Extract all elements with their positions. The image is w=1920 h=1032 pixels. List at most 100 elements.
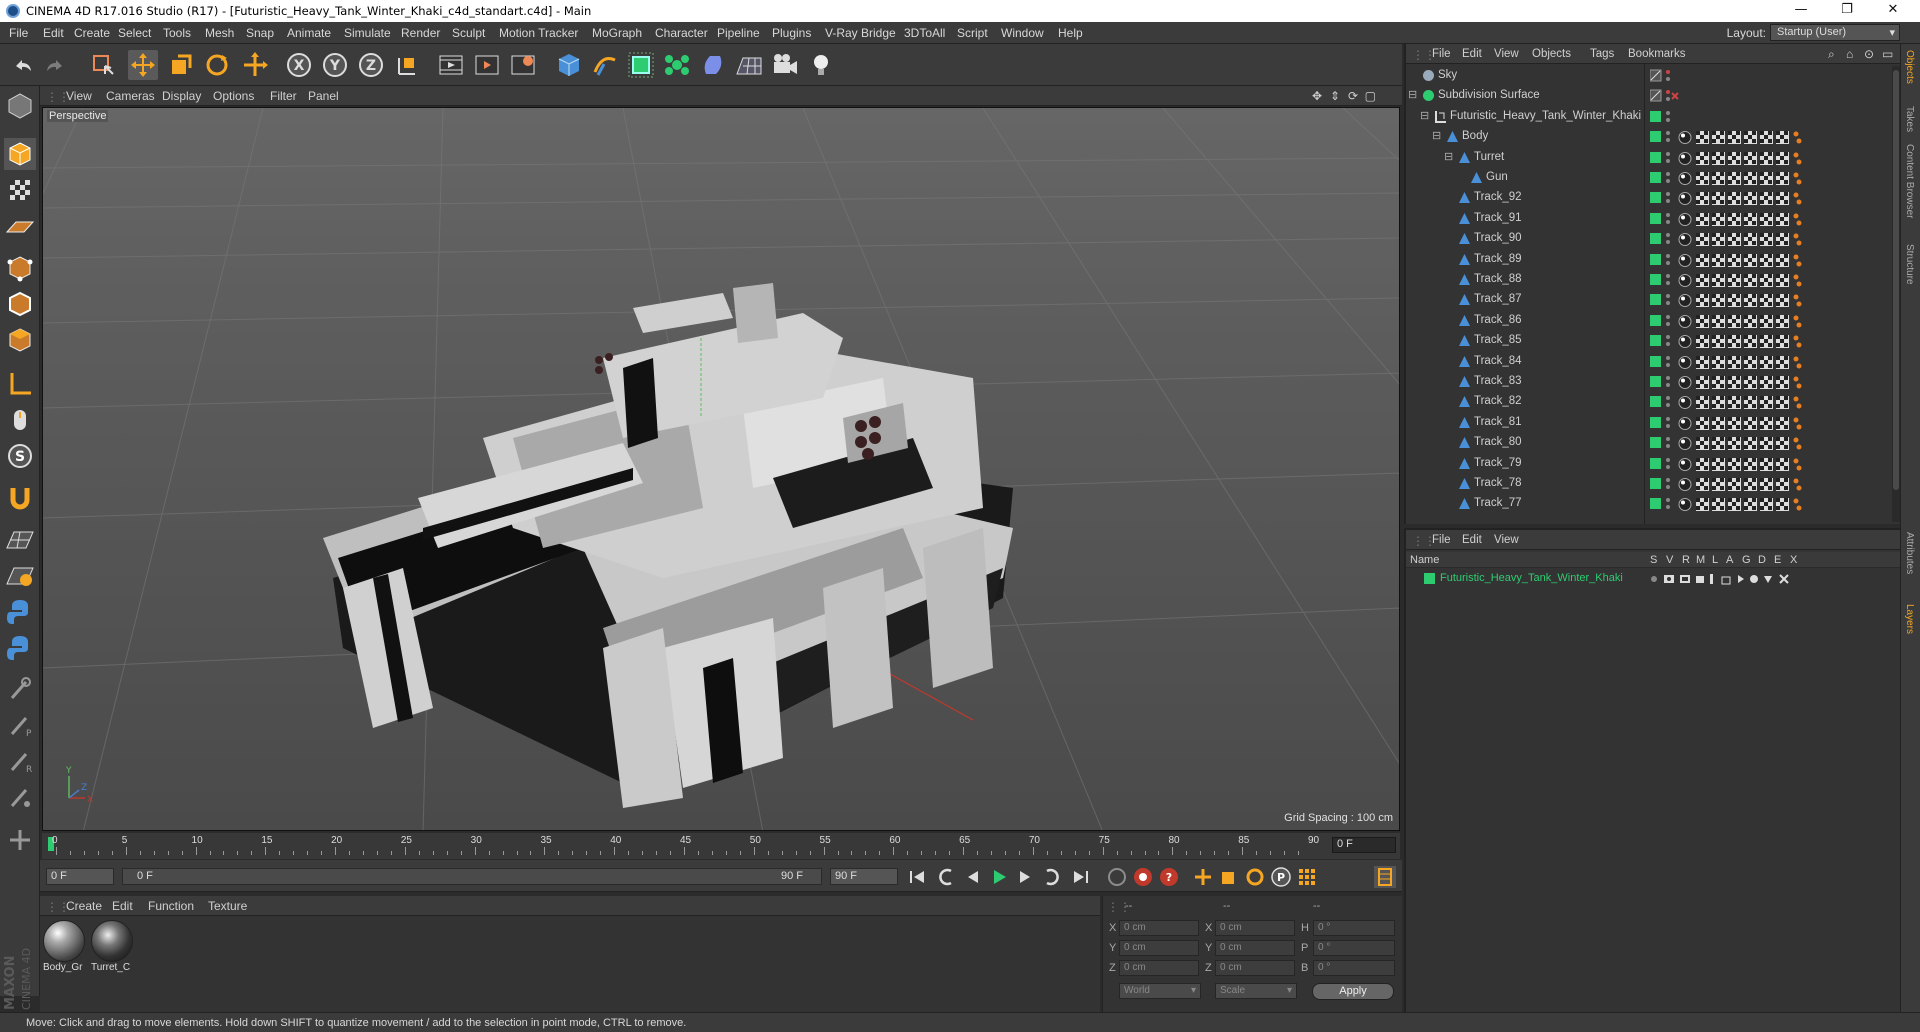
- object-visibility-controls[interactable]: [1650, 293, 1680, 307]
- object-visibility-controls[interactable]: [1650, 416, 1680, 430]
- texture-mode-button[interactable]: [4, 174, 36, 206]
- object-visibility-controls[interactable]: [1650, 232, 1680, 246]
- material-tags[interactable]: [1678, 334, 1808, 349]
- menu-character[interactable]: Character: [655, 26, 708, 40]
- layer-col-expressions[interactable]: E: [1774, 554, 1781, 566]
- python-plugin-button[interactable]: [4, 632, 36, 664]
- material-tags[interactable]: [1678, 151, 1808, 166]
- menu-sculpt[interactable]: Sculpt: [452, 26, 485, 40]
- rotate-tool[interactable]: [202, 50, 232, 80]
- layer-col-animation[interactable]: A: [1726, 554, 1733, 566]
- menu-plugins[interactable]: Plugins: [772, 26, 811, 40]
- layer-col-locked[interactable]: L: [1712, 554, 1718, 566]
- pose-tool-button[interactable]: P: [4, 710, 36, 742]
- position-x-field[interactable]: 0 cm: [1119, 920, 1199, 936]
- object-row[interactable]: Track_89: [1406, 250, 1902, 270]
- object-visibility-controls[interactable]: [1650, 212, 1680, 226]
- size-x-field[interactable]: 0 cm: [1215, 920, 1295, 936]
- python-script-button[interactable]: [4, 596, 36, 628]
- material-tags[interactable]: [1678, 355, 1808, 370]
- menu-vray-bridge[interactable]: V-Ray Bridge: [825, 26, 896, 40]
- scale-tool[interactable]: [166, 50, 196, 80]
- object-visibility-controls[interactable]: [1650, 253, 1680, 267]
- menu-animate[interactable]: Animate: [287, 26, 331, 40]
- points-mode-button[interactable]: [4, 252, 36, 284]
- object-name[interactable]: Body: [1462, 130, 1488, 142]
- menu-simulate[interactable]: Simulate: [344, 26, 391, 40]
- viewport-menu-options[interactable]: Options: [213, 89, 254, 103]
- menu-snap[interactable]: Snap: [246, 26, 274, 40]
- tab-takes[interactable]: Takes: [1904, 106, 1915, 132]
- key-parameter-button[interactable]: P: [1270, 866, 1292, 888]
- end-frame-field[interactable]: 90 F: [830, 868, 898, 885]
- apply-button[interactable]: Apply: [1312, 983, 1394, 1000]
- expand-toggle-icon[interactable]: ⊟: [1420, 109, 1429, 122]
- material-tags[interactable]: [1678, 293, 1808, 308]
- object-row[interactable]: Track_80: [1406, 433, 1902, 453]
- layer-menu-edit[interactable]: Edit: [1462, 534, 1482, 546]
- subdivision-surface-button[interactable]: [626, 50, 656, 80]
- object-menu-bookmarks[interactable]: Bookmarks: [1628, 48, 1686, 60]
- object-row[interactable]: Track_83: [1406, 372, 1902, 392]
- object-visibility-controls[interactable]: [1649, 89, 1680, 103]
- object-row[interactable]: Track_92: [1406, 188, 1902, 208]
- menu-3dtoall[interactable]: 3DToAll: [904, 26, 945, 40]
- scrollbar-thumb[interactable]: [1893, 70, 1899, 490]
- object-visibility-controls[interactable]: [1650, 395, 1680, 409]
- material-tags[interactable]: [1678, 477, 1808, 492]
- x-axis-lock-button[interactable]: X: [284, 50, 314, 80]
- object-row[interactable]: ⊟ Futuristic_Heavy_Tank_Winter_Khaki: [1406, 107, 1902, 127]
- tank-model[interactable]: [323, 283, 1013, 808]
- material-tags[interactable]: [1678, 436, 1808, 451]
- new-window-icon[interactable]: ▭: [1882, 47, 1893, 61]
- material-tags[interactable]: [1678, 497, 1808, 512]
- workplane-grid-button[interactable]: [4, 524, 36, 556]
- object-visibility-controls[interactable]: [1649, 69, 1680, 83]
- model-mode-button[interactable]: [4, 138, 36, 170]
- object-row[interactable]: Track_79: [1406, 454, 1902, 474]
- spline-pen-button[interactable]: [590, 50, 620, 80]
- goto-start-button[interactable]: [906, 866, 928, 888]
- menu-mesh[interactable]: Mesh: [205, 26, 234, 40]
- material-tags[interactable]: [1678, 130, 1808, 145]
- frame-range-slider[interactable]: 0 F 90 F: [122, 868, 822, 885]
- object-visibility-controls[interactable]: [1650, 355, 1680, 369]
- menu-pipeline[interactable]: Pipeline: [717, 26, 760, 40]
- cube-primitive-button[interactable]: [554, 50, 584, 80]
- layer-color-swatch[interactable]: [1424, 573, 1435, 584]
- menu-help[interactable]: Help: [1058, 26, 1083, 40]
- 3d-viewport[interactable]: Y X Z Perspective Grid Spacing : 100 cm: [42, 107, 1400, 831]
- floor-button[interactable]: [734, 50, 764, 80]
- object-row[interactable]: Track_77: [1406, 494, 1902, 514]
- expand-toggle-icon[interactable]: ⊟: [1444, 150, 1453, 163]
- size-z-field[interactable]: 0 cm: [1215, 960, 1295, 976]
- object-name[interactable]: Track_89: [1474, 253, 1522, 265]
- rig-tool-button[interactable]: R: [4, 746, 36, 778]
- maximize-button[interactable]: ❐: [1824, 0, 1870, 22]
- material-tags[interactable]: [1678, 375, 1808, 390]
- goto-end-button[interactable]: [1070, 866, 1092, 888]
- object-scrollbar[interactable]: [1892, 66, 1900, 522]
- object-visibility-controls[interactable]: [1650, 334, 1680, 348]
- layer-col-solo[interactable]: S: [1650, 554, 1657, 566]
- object-menu-tags[interactable]: Tags: [1590, 48, 1614, 60]
- material-tags[interactable]: [1678, 253, 1808, 268]
- menu-window[interactable]: Window: [1001, 26, 1044, 40]
- scale-mode-dropdown[interactable]: Scale ▾: [1215, 983, 1297, 999]
- object-menu-edit[interactable]: Edit: [1462, 48, 1482, 60]
- object-name[interactable]: Subdivision Surface: [1438, 89, 1540, 101]
- render-view-button[interactable]: [436, 50, 466, 80]
- object-visibility-controls[interactable]: [1650, 375, 1680, 389]
- menu-motion-tracker[interactable]: Motion Tracker: [499, 26, 578, 40]
- menu-file[interactable]: File: [9, 26, 28, 40]
- object-row[interactable]: ⊟ Body: [1406, 127, 1902, 147]
- rotation-p-field[interactable]: 0 °: [1313, 940, 1395, 956]
- next-frame-button[interactable]: [1014, 866, 1036, 888]
- rotation-b-field[interactable]: 0 °: [1313, 960, 1395, 976]
- layer-row[interactable]: Futuristic_Heavy_Tank_Winter_Khaki: [1406, 570, 1902, 588]
- viewport-zoom-icon[interactable]: ⇕: [1330, 89, 1340, 103]
- expand-toggle-icon[interactable]: ⊟: [1432, 129, 1441, 142]
- object-row[interactable]: ⊟ Turret: [1406, 148, 1902, 168]
- object-name[interactable]: Track_80: [1474, 436, 1522, 448]
- previous-key-button[interactable]: [936, 866, 958, 888]
